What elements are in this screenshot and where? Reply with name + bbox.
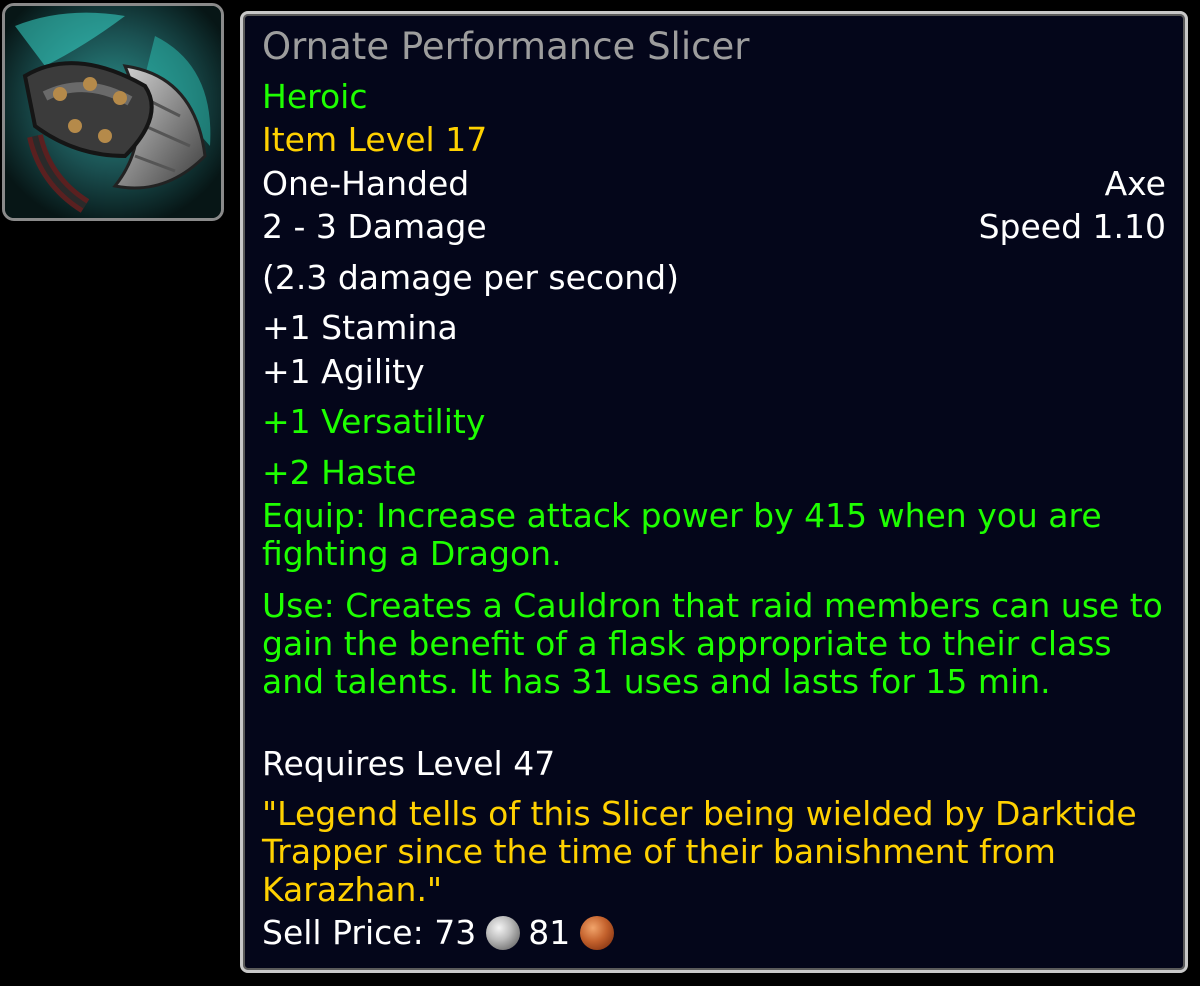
silver-coin-icon — [486, 916, 521, 950]
sell-price-copper: 81 — [528, 913, 571, 952]
stat-versatility: +1 Versatility — [262, 402, 486, 441]
sell-price-silver: 73 — [434, 913, 477, 952]
flavor-text: "Legend tells of this Slicer being wield… — [262, 794, 1137, 909]
equip-effect: Equip: Increase attack power by 415 when… — [262, 496, 1102, 573]
required-level: Requires Level 47 — [262, 744, 556, 783]
item-name: Ornate Performance Slicer — [262, 25, 750, 68]
stat-haste: +2 Haste — [262, 453, 417, 492]
item-speed: Speed 1.10 — [978, 207, 1166, 246]
stat-agility: +1 Agility — [262, 352, 425, 391]
sell-price: Sell Price: 73 81 — [262, 914, 1166, 952]
damage-speed-row: 2 - 3 Damage Speed 1.10 — [262, 208, 1166, 246]
sell-price-label: Sell Price: — [262, 913, 424, 952]
item-tooltip: Ornate Performance Slicer Heroic Item Le… — [240, 11, 1188, 973]
item-dps: (2.3 damage per second) — [262, 258, 679, 297]
stat-stamina: +1 Stamina — [262, 308, 458, 347]
item-level: Item Level 17 — [262, 120, 488, 159]
axe-weapon-icon — [5, 6, 221, 218]
use-effect: Use: Creates a Cauldron that raid member… — [262, 586, 1163, 701]
item-damage: 2 - 3 Damage — [262, 207, 487, 246]
item-slot: One-Handed — [262, 164, 470, 203]
copper-coin-icon — [580, 916, 615, 950]
item-icon-frame[interactable] — [2, 3, 224, 221]
item-type: Axe — [1104, 164, 1166, 203]
item-difficulty: Heroic — [262, 77, 368, 116]
slot-type-row: One-Handed Axe — [262, 165, 1166, 203]
